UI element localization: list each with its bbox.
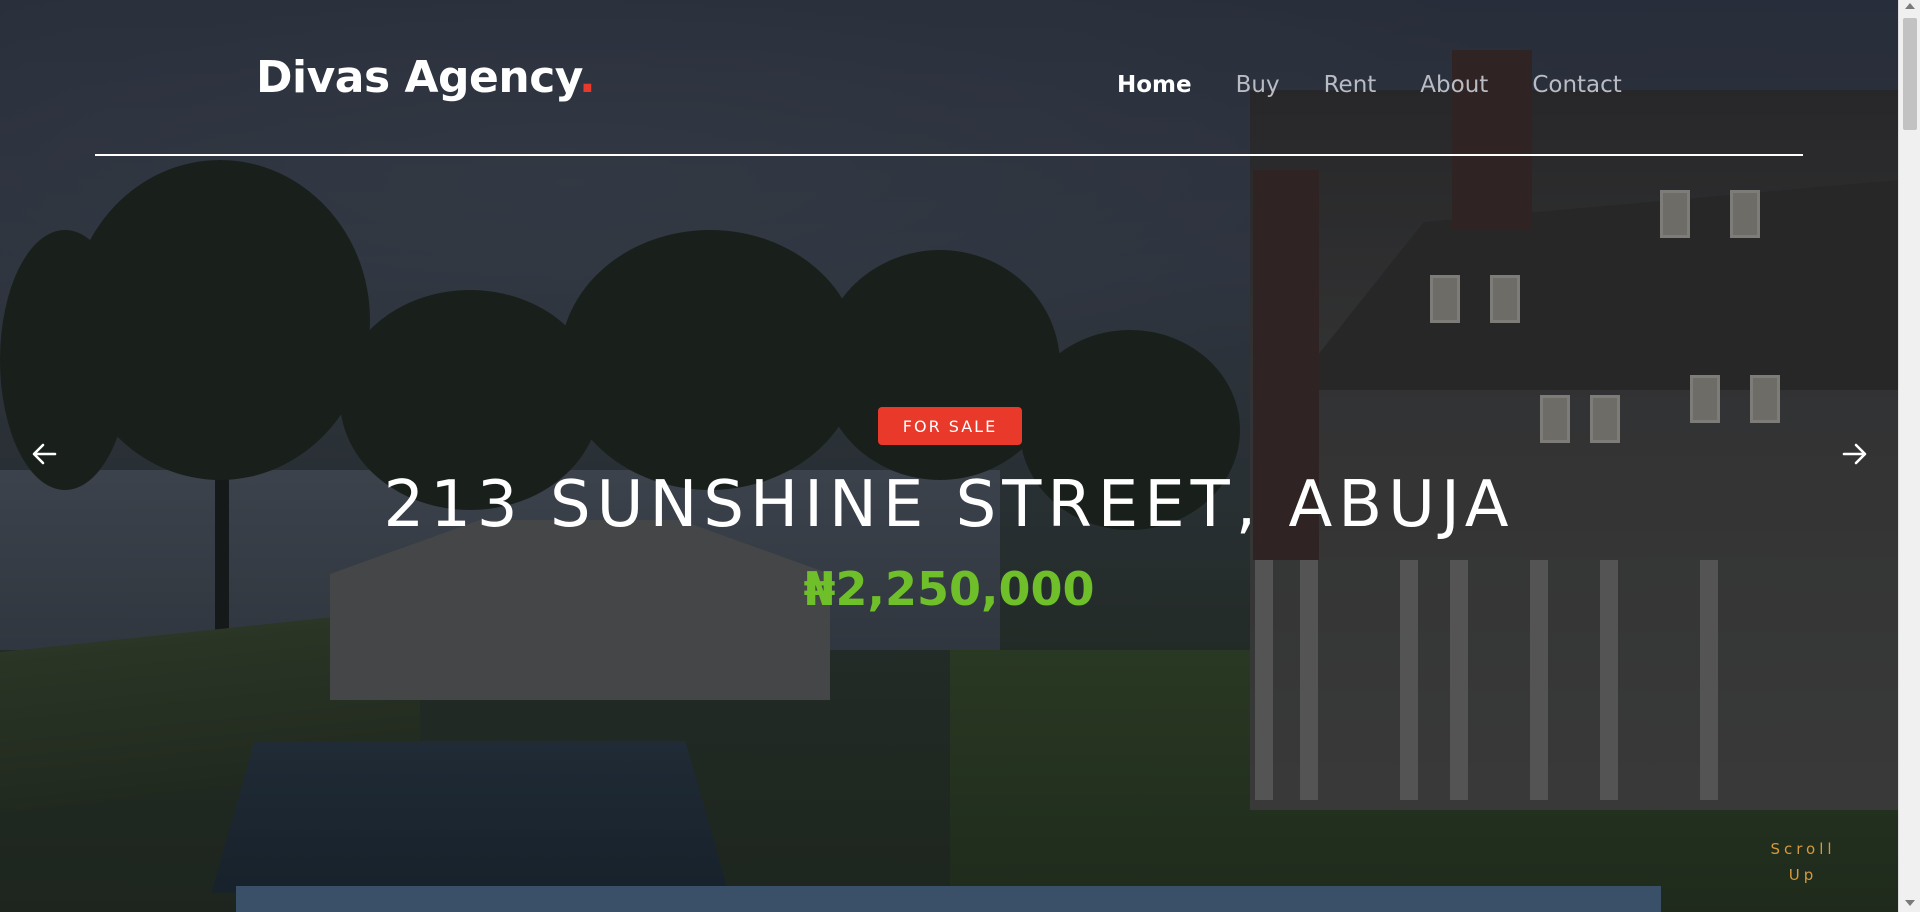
hero-slider <box>0 0 1898 912</box>
hero-overlay <box>0 0 1898 912</box>
for-sale-badge: FOR SALE <box>878 407 1022 445</box>
logo-dot: . <box>578 52 596 103</box>
property-price: ₦2,250,000 <box>803 562 1095 616</box>
site-logo[interactable]: Divas Agency. <box>256 52 596 103</box>
arrow-left-icon <box>32 443 57 465</box>
scroll-up-arrow-icon[interactable] <box>1905 3 1915 9</box>
header-divider <box>95 154 1803 156</box>
search-panel-edge <box>236 886 1661 912</box>
nav-item-buy[interactable]: Buy <box>1236 72 1280 98</box>
scroll-up-line1: Scroll <box>1770 840 1836 858</box>
nav-item-contact[interactable]: Contact <box>1532 72 1621 98</box>
nav-item-rent[interactable]: Rent <box>1324 72 1377 98</box>
logo-text: Divas Agency <box>256 52 579 103</box>
arrow-right-icon <box>1842 443 1867 465</box>
scrollbar-thumb[interactable] <box>1903 18 1917 130</box>
slider-prev-button[interactable] <box>22 432 66 476</box>
slider-next-button[interactable] <box>1833 432 1877 476</box>
property-title: 213 SUNSHINE STREET, ABUJA <box>383 468 1515 542</box>
main-nav: Home Buy Rent About Contact <box>1117 72 1622 98</box>
nav-item-home[interactable]: Home <box>1117 72 1192 98</box>
page-scrollbar[interactable] <box>1898 0 1920 912</box>
scroll-up-line2: Up <box>1788 866 1818 884</box>
nav-item-about[interactable]: About <box>1420 72 1488 98</box>
scroll-down-arrow-icon[interactable] <box>1905 900 1915 906</box>
scroll-up-button[interactable]: Scroll Up <box>1760 836 1846 888</box>
